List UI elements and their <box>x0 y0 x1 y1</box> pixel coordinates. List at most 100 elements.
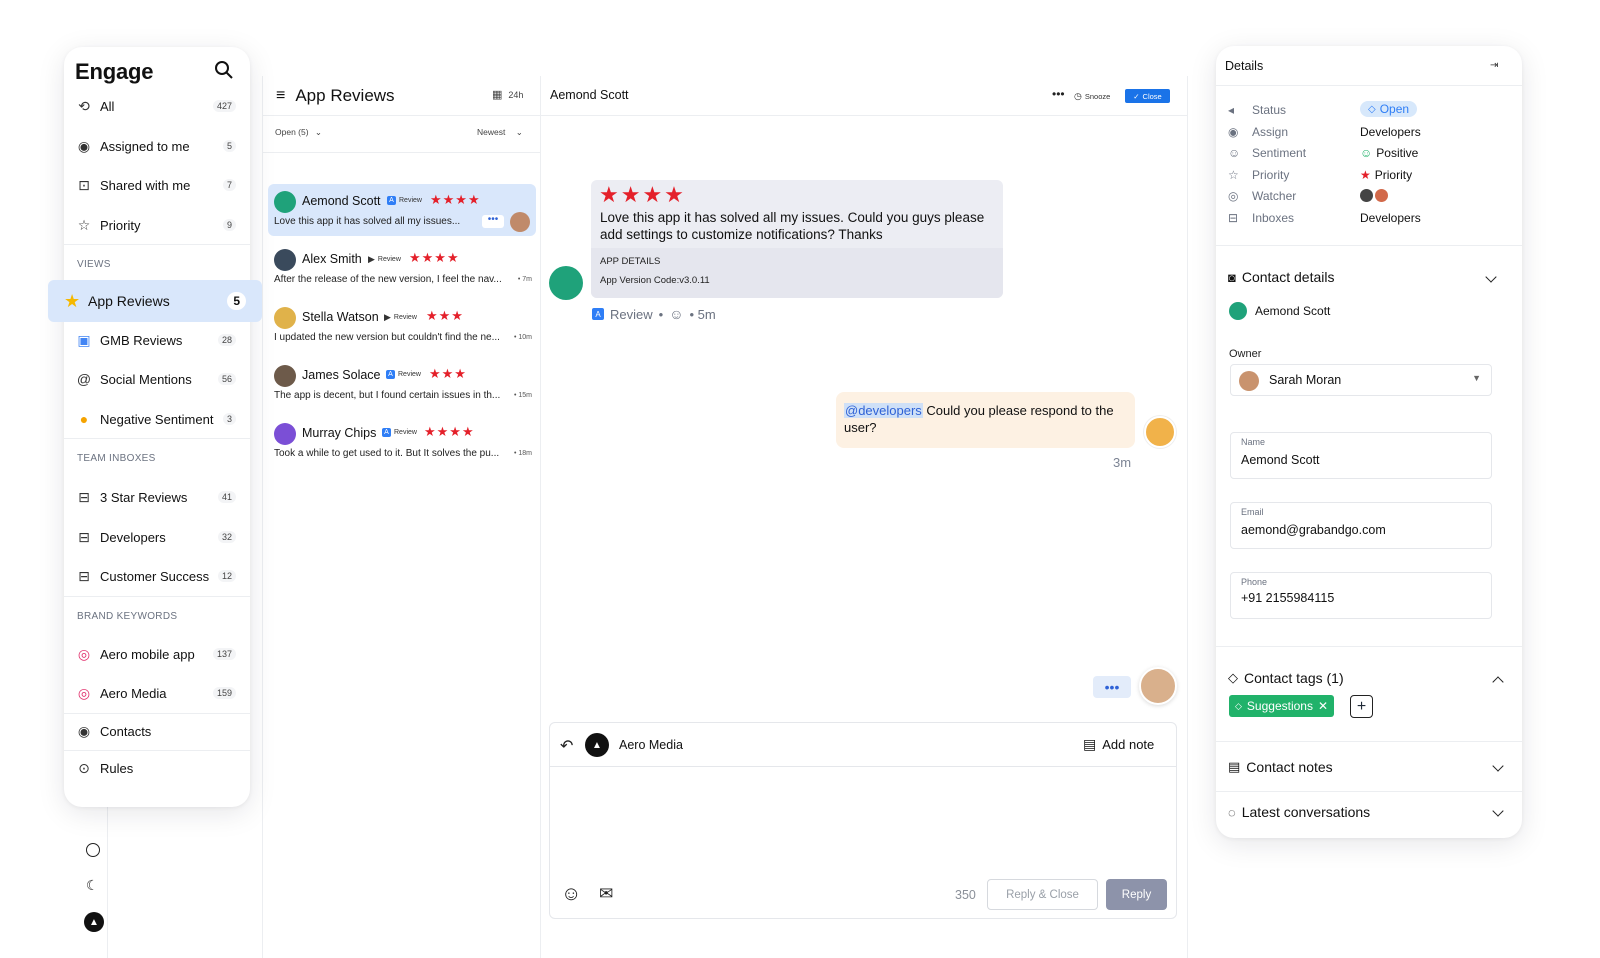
envelope-icon[interactable]: ✉ <box>599 884 613 904</box>
close-conversation-button[interactable]: ✓ Close <box>1125 89 1170 103</box>
sidebar-item-label: Shared with me <box>100 177 191 193</box>
more-options-icon[interactable]: ••• <box>1052 87 1065 101</box>
sidebar-item-aero-mobile-app[interactable]: ◎ Aero mobile app 137 <box>64 636 250 672</box>
contact-notes-header[interactable]: ▤ Contact notes <box>1228 759 1333 775</box>
chevron-down-icon[interactable] <box>1485 271 1497 283</box>
sidebar-item-social-mentions[interactable]: @ Social Mentions 56 <box>64 361 250 397</box>
tag-chip[interactable]: ◇ Suggestions ✕ <box>1229 695 1335 717</box>
moon-icon[interactable]: ☾ <box>86 877 99 894</box>
detail-row-priority: ☆ Priority <box>1228 168 1289 182</box>
sidebar-item-customer-success[interactable]: ⊟ Customer Success 12 <box>64 558 250 594</box>
search-icon[interactable] <box>214 60 234 80</box>
status-filter-dropdown[interactable]: Open (5) ⌄ <box>275 127 322 138</box>
sidebar-item-gmb-reviews[interactable]: ▣ GMB Reviews 28 <box>64 322 250 358</box>
section-label-views: VIEWS <box>77 259 111 270</box>
chevron-down-icon[interactable] <box>1492 805 1504 817</box>
review-meta: A Review • ☺ • 5m <box>592 306 716 322</box>
chevron-up-icon[interactable] <box>1492 676 1504 688</box>
sidebar-item-label: Aero Media <box>100 685 167 701</box>
section-label-brand-keywords: BRAND KEYWORDS <box>77 611 178 622</box>
status-badge[interactable]: ◇ Open <box>1360 101 1418 117</box>
phone-field[interactable]: Phone +91 2155984115 <box>1230 572 1492 619</box>
sidebar-item-all[interactable]: ⟲ All 427 <box>64 88 250 124</box>
contact-details-header[interactable]: ◙ Contact details <box>1228 269 1334 285</box>
source-label: Review <box>393 314 417 321</box>
conversation-item[interactable]: Murray Chips A Review ★★★★ Took a while t… <box>268 416 536 468</box>
add-tag-button[interactable]: + <box>1350 695 1373 718</box>
sidebar-item-aero-media[interactable]: ◎ Aero Media 159 <box>64 675 250 711</box>
emoji-reaction-icon[interactable]: ☺ <box>669 306 683 322</box>
sidebar-item-app-reviews[interactable]: ★ App Reviews 5 <box>48 280 262 322</box>
conversation-item[interactable]: Alex Smith ▶ Review ★★★★ After the releas… <box>268 242 536 294</box>
emoji-icon[interactable]: ☺ <box>561 883 581 906</box>
avatar <box>274 365 296 387</box>
detail-row-watcher: ◎ Watcher <box>1228 189 1296 203</box>
help-icon[interactable] <box>86 843 100 857</box>
close-icon[interactable]: ✕ <box>1318 699 1328 713</box>
sidebar-item-priority[interactable]: ☆ Priority 9 <box>64 207 250 243</box>
rating-stars: ★★★ <box>426 308 464 323</box>
sidebar-item-label: 3 Star Reviews <box>100 489 188 505</box>
shared-icon: ⊡ <box>78 176 90 193</box>
divider <box>1216 741 1522 742</box>
collapse-panel-icon[interactable]: ⇥ <box>1490 60 1498 71</box>
list-left-divider <box>262 76 263 958</box>
sort-dropdown[interactable]: Newest ⌄ <box>477 127 523 138</box>
reply-and-close-button[interactable]: Reply & Close <box>987 879 1098 910</box>
name-label: Name <box>1241 437 1266 447</box>
source-label: Review <box>398 371 421 378</box>
sidebar-item-count: 159 <box>212 687 236 699</box>
sidebar-item-assigned[interactable]: ◉ Assigned to me 5 <box>64 128 250 164</box>
conversation-item[interactable]: Stella Watson ▶ Review ★★★ I updated the … <box>268 300 536 352</box>
watcher-avatars[interactable] <box>1360 189 1388 202</box>
alarm-clock-icon: ◷ <box>1074 91 1082 101</box>
email-field[interactable]: Email aemond@grabandgo.com <box>1230 502 1492 549</box>
filter-divider <box>262 152 540 153</box>
owner-select[interactable]: Sarah Moran ▼ <box>1230 364 1492 396</box>
sidebar-item-count: 41 <box>217 491 236 503</box>
conversation-item[interactable]: James Solace A Review ★★★ The app is dece… <box>268 358 536 410</box>
latest-conversations-header[interactable]: ◌ Latest conversations <box>1228 804 1370 820</box>
add-note-button[interactable]: ▤ Add note <box>1083 736 1154 753</box>
section-title: Contact details <box>1241 269 1335 285</box>
sidebar-item-rules[interactable]: ⊙ Rules <box>64 750 250 786</box>
priority-value[interactable]: ★ Priority <box>1360 168 1412 182</box>
mention-chip[interactable]: @developers <box>844 403 923 418</box>
review-time: • 5m <box>689 306 716 322</box>
reply-icon[interactable]: ↶ <box>560 736 573 756</box>
brand-logo-icon[interactable]: ▲ <box>84 912 104 932</box>
conversation-item[interactable]: Aemond Scott A Review ★★★★ Love this app … <box>268 184 536 236</box>
google-business-icon: ▣ <box>77 331 91 348</box>
more-options-icon[interactable]: ••• <box>482 215 504 228</box>
sidebar-item-count: 3 <box>222 413 236 425</box>
source-badge: ▶ Review <box>368 254 401 265</box>
source-badge: ▶ Review <box>384 312 417 323</box>
sidebar-item-developers[interactable]: ⊟ Developers 32 <box>64 519 250 555</box>
contact-tags-header[interactable]: ◇ Contact tags (1) <box>1228 670 1344 686</box>
clipboard-icon: ▤ <box>1083 736 1097 752</box>
reply-textarea[interactable] <box>550 767 1176 867</box>
star-filled-icon: ★ <box>1360 168 1371 182</box>
name-value: Aemond Scott <box>1241 453 1320 467</box>
conversation-snippet: Love this app it has solved all my issue… <box>274 216 461 227</box>
inbox-icon: ⊟ <box>78 488 90 505</box>
section-title: Contact tags (1) <box>1244 670 1344 686</box>
snooze-button[interactable]: ◷ Snooze <box>1074 91 1110 102</box>
agent-avatar <box>1144 416 1176 448</box>
caret-down-icon: ▼ <box>1472 373 1481 383</box>
account-avatar[interactable]: ▲ <box>585 733 609 757</box>
sentiment-value[interactable]: ☺ Positive <box>1360 146 1418 160</box>
assign-value[interactable]: Developers <box>1360 125 1421 139</box>
date-range-filter[interactable]: ▦ 24h <box>492 88 523 101</box>
sidebar-item-label: Priority <box>100 217 141 233</box>
name-field[interactable]: Name Aemond Scott <box>1230 432 1492 479</box>
sidebar-item-negative-sentiment[interactable]: ● Negative Sentiment 3 <box>64 401 250 437</box>
chevron-down-icon[interactable] <box>1492 760 1504 772</box>
inboxes-value[interactable]: Developers <box>1360 211 1421 225</box>
sidebar-item-3-star-reviews[interactable]: ⊟ 3 Star Reviews 41 <box>64 479 250 515</box>
sidebar-item-shared[interactable]: ⊡ Shared with me 7 <box>64 167 250 203</box>
sidebar-item-contacts[interactable]: ◉ Contacts <box>64 713 250 749</box>
reply-account-name[interactable]: Aero Media <box>619 738 683 752</box>
menu-icon[interactable]: ≡ <box>276 87 285 105</box>
reply-button[interactable]: Reply <box>1106 879 1167 910</box>
